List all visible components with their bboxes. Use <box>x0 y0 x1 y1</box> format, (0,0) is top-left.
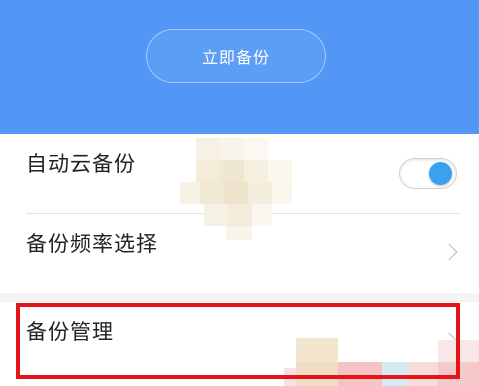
auto-cloud-backup-label: 自动云备份 <box>26 152 136 176</box>
backup-settings-screen: 立即备份 自动云备份 备份频率选择 备份管理 <box>0 0 479 386</box>
backup-now-button[interactable]: 立即备份 <box>146 29 326 83</box>
auto-cloud-backup-toggle[interactable] <box>399 158 457 189</box>
toggle-knob <box>429 162 452 185</box>
backup-management-label: 备份管理 <box>26 320 114 344</box>
section-gap <box>0 293 479 302</box>
backup-frequency-label: 备份频率选择 <box>26 232 158 256</box>
header-banner: 立即备份 <box>0 0 479 134</box>
